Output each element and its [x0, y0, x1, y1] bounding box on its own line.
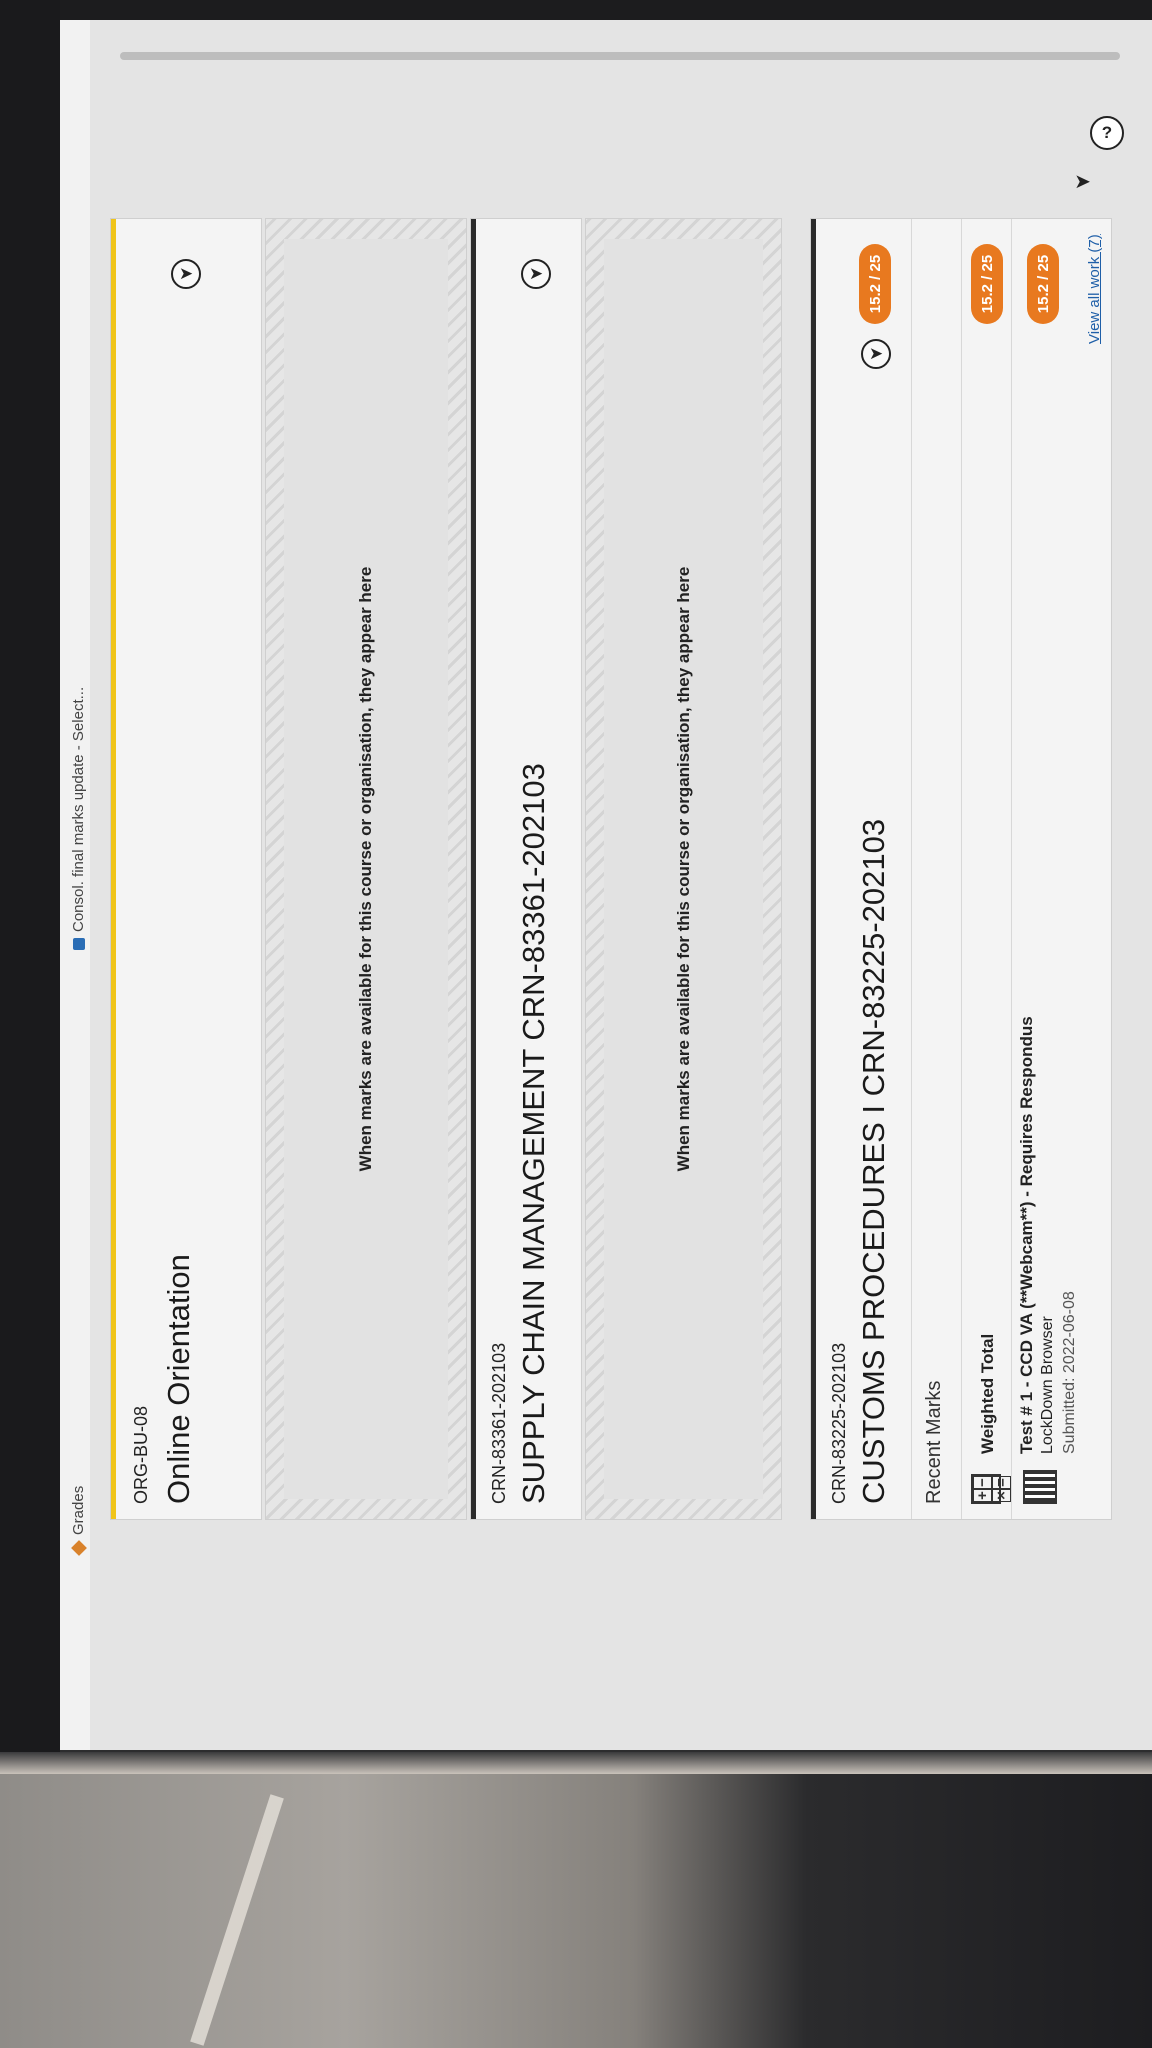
scrollbar[interactable]	[120, 52, 1120, 60]
empty-marks-inner: When marks are available for this course…	[604, 239, 763, 1499]
test-grade-pill: 15.2 / 25	[1027, 244, 1059, 324]
background-floor	[0, 1774, 1152, 2048]
course-link-icon[interactable]: ➤	[521, 259, 551, 289]
browser-viewport: Grades Consol. final marks update - Sele…	[60, 20, 1152, 1750]
empty-marks-inner: When marks are available for this course…	[284, 239, 448, 1499]
card-accent-bar	[111, 219, 116, 1519]
empty-marks-message: When marks are available for this course…	[356, 566, 375, 1172]
weighted-total-grade-pill: 15.2 / 25	[971, 244, 1003, 324]
grades-link-label: Grades	[70, 1485, 87, 1535]
recent-marks-heading: Recent Marks	[923, 1380, 945, 1504]
course-card-customs: CRN-83225-202103 CUSTOMS PROCEDURES I CR…	[810, 218, 1112, 1520]
test-subtitle: LockDown Browser	[1039, 1316, 1056, 1454]
divider	[961, 219, 962, 1519]
filter-link[interactable]: Consol. final marks update - Select...	[70, 687, 87, 950]
empty-marks-panel: When marks are available for this course…	[265, 218, 467, 1520]
view-all-work-link[interactable]: View all work (7)	[1086, 234, 1103, 344]
mouse-cursor: ➤	[1074, 171, 1091, 194]
course-title[interactable]: Online Orientation	[161, 1254, 197, 1504]
course-id: CRN-83361-202103	[489, 1342, 509, 1504]
calculator-icon: + − × =	[971, 1474, 1011, 1504]
weighted-total-label: Weighted Total	[978, 1333, 997, 1454]
filter-link-label: Consol. final marks update - Select...	[70, 686, 87, 932]
empty-marks-message: When marks are available for this course…	[673, 566, 693, 1172]
course-link-icon[interactable]: ➤	[171, 259, 201, 289]
course-card-orientation: ORG-BU-08 Online Orientation ➤	[110, 218, 262, 1520]
test-icon	[1023, 1470, 1057, 1504]
divider	[911, 219, 912, 1519]
help-icon[interactable]: ?	[1090, 116, 1124, 150]
screen-bezel-top	[0, 0, 1152, 20]
overall-grade-pill: 15.2 / 25	[859, 244, 891, 324]
test-submitted-date: Submitted: 2022-06-08	[1061, 1291, 1078, 1454]
course-link-icon[interactable]: ➤	[861, 339, 891, 369]
course-title[interactable]: CUSTOMS PROCEDURES I CRN-83225-202103	[856, 819, 892, 1504]
course-title[interactable]: SUPPLY CHAIN MANAGEMENT CRN-83361-202103	[516, 763, 552, 1504]
course-id: CRN-83225-202103	[829, 1342, 849, 1504]
course-card-supply-chain: CRN-83361-202103 SUPPLY CHAIN MANAGEMENT…	[470, 218, 582, 1520]
screen-bezel-left	[0, 0, 60, 1760]
divider	[1011, 219, 1012, 1519]
laptop-edge	[0, 1752, 1152, 1774]
grades-icon	[70, 1540, 87, 1556]
test-title[interactable]: Test # 1 - CCD VA (**Webcam**) - Require…	[1017, 1016, 1037, 1454]
card-accent-bar	[811, 219, 816, 1519]
filter-icon	[72, 938, 85, 950]
empty-marks-panel: When marks are available for this course…	[585, 218, 782, 1520]
grades-link[interactable]: Grades	[70, 1485, 87, 1556]
card-accent-bar	[471, 219, 476, 1519]
top-strip: Grades Consol. final marks update - Sele…	[60, 20, 90, 1750]
course-id: ORG-BU-08	[131, 1405, 151, 1504]
